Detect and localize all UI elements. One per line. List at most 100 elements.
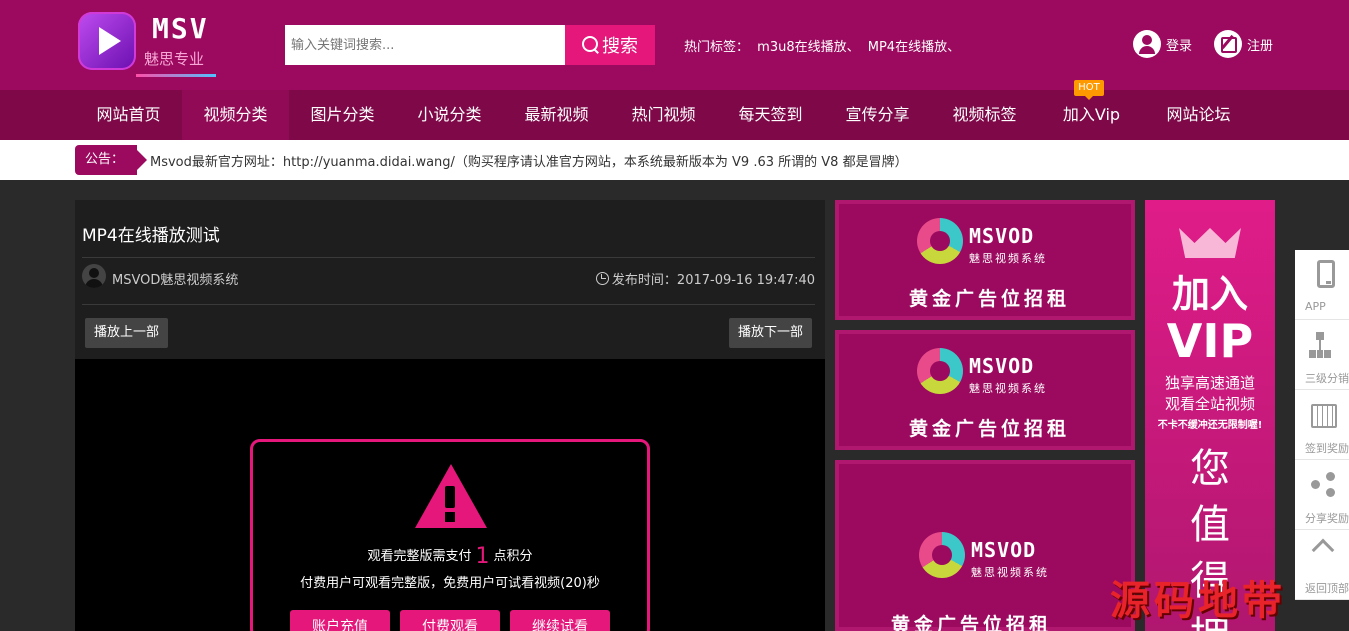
watermark: 源码地带 <box>1110 577 1286 624</box>
phone-icon <box>1317 260 1335 288</box>
search-button-label: 搜索 <box>602 36 638 57</box>
sidebar-item-label: 返回顶部 <box>1305 582 1349 595</box>
next-episode-button[interactable]: 播放下一部 <box>728 318 812 348</box>
floating-sidebar: APP 三级分销 签到奖励 分享奖励 返回顶部 <box>1295 250 1349 600</box>
sidebar-item-distribution[interactable]: 三级分销 <box>1295 320 1349 390</box>
sidebar-item-label: 三级分销 <box>1305 372 1349 385</box>
ad-brand-sub: 魅思视频系统 <box>969 382 1047 395</box>
play-logo-icon <box>78 12 136 70</box>
vip-banner[interactable]: 加入 VIP 独享高速通道 观看全站视频 不卡不缓冲还无限制喔! 您 值 得 拥 <box>1145 200 1275 631</box>
publish-time: 发布时间：2017-09-16 19:47:40 <box>595 269 815 288</box>
register-link[interactable]: 注册 <box>1214 30 1273 58</box>
hot-badge: HOT <box>1074 80 1104 100</box>
site-logo[interactable]: MSV 魅思专业 <box>78 12 218 80</box>
ad-brand: MSVOD <box>969 354 1035 378</box>
paywall-dialog: 观看完整版需支付 1 点积分 付费用户可观看完整版，免费用户可试看视频(20)秒 账… <box>250 439 650 631</box>
nav-item-promote-share[interactable]: 宣传分享 <box>824 90 931 140</box>
paywall-trial-note: 付费用户可观看完整版，免费用户可试看视频(20)秒 <box>300 576 600 591</box>
pay-watch-button[interactable]: 付费观看 <box>400 610 500 631</box>
nav-item-latest-videos[interactable]: 最新视频 <box>503 90 610 140</box>
sidebar-item-app[interactable]: APP <box>1295 250 1349 320</box>
nav-item-video-category[interactable]: 视频分类 <box>182 90 289 140</box>
sidebar-item-signin-reward[interactable]: 签到奖励 <box>1295 390 1349 460</box>
site-header: MSV 魅思专业 搜索 热门标签： m3u8在线播放、 MP4在线播放、 登录 … <box>0 0 1349 90</box>
nav-item-daily-signin[interactable]: 每天签到 <box>717 90 824 140</box>
logo-subtitle: 魅思专业 <box>144 50 205 68</box>
edit-icon <box>1214 30 1242 58</box>
register-label: 注册 <box>1247 38 1274 54</box>
vip-line3: 不卡不缓冲还无限制喔! <box>1157 420 1263 431</box>
sidebar-item-label: 分享奖励 <box>1305 512 1349 525</box>
user-icon <box>1133 30 1161 58</box>
share-icon <box>1311 472 1337 498</box>
hierarchy-icon <box>1309 332 1331 358</box>
vip-slogan-char: 您 <box>1190 446 1230 492</box>
ad-text: 黄金广告位招租 <box>909 418 1071 440</box>
warning-icon-mark <box>445 486 455 508</box>
video-player[interactable]: 观看完整版需支付 1 点积分 付费用户可观看完整版，免费用户可试看视频(20)秒 账… <box>75 359 825 631</box>
vip-line1: 独享高速通道 <box>1164 374 1255 392</box>
msvod-logo-icon <box>917 348 963 394</box>
ad-brand: MSVOD <box>969 224 1035 248</box>
sidebar-item-back-to-top[interactable]: 返回顶部 <box>1295 530 1349 600</box>
vip-big-text: VIP <box>1166 314 1254 368</box>
nav-item-novel-category[interactable]: 小说分类 <box>396 90 503 140</box>
search-bar: 搜索 <box>285 25 655 65</box>
nav-item-image-category[interactable]: 图片分类 <box>289 90 396 140</box>
msvod-logo-icon <box>919 532 965 578</box>
prev-episode-button[interactable]: 播放上一部 <box>85 318 169 348</box>
publish-time-text: 发布时间：2017-09-16 19:47:40 <box>611 273 815 288</box>
author-name: MSVOD魅思视频系统 <box>112 273 239 288</box>
nav-item-hot-videos[interactable]: 热门视频 <box>610 90 717 140</box>
msvod-logo-icon <box>917 218 963 264</box>
sidebar-item-label: 签到奖励 <box>1305 442 1349 455</box>
paywall-message-pre: 观看完整版需支付 <box>367 549 472 564</box>
ad-slot[interactable]: MSVOD 魅思视频系统 黄金广告位招租 <box>835 460 1135 631</box>
logo-text: MSV <box>152 12 209 45</box>
main-nav: 网站首页 视频分类 图片分类 小说分类 最新视频 热门视频 每天签到 宣传分享 … <box>0 90 1349 140</box>
login-label: 登录 <box>1166 38 1193 54</box>
hot-tags: 热门标签： m3u8在线播放、 MP4在线播放、 <box>684 36 964 55</box>
ad-slot[interactable]: MSVOD 魅思视频系统 黄金广告位招租 <box>835 200 1135 320</box>
vip-line2: 观看全站视频 <box>1164 395 1255 413</box>
ad-text: 黄金广告位招租 <box>909 288 1071 310</box>
search-input[interactable] <box>285 25 565 65</box>
warning-icon-dot <box>445 512 455 522</box>
ad-text: 黄金广告位招租 <box>891 614 1053 631</box>
divider <box>82 304 815 305</box>
search-icon <box>582 36 600 54</box>
search-button[interactable]: 搜索 <box>565 25 655 65</box>
clock-icon <box>595 272 609 285</box>
notice-label: 公告： <box>75 145 147 175</box>
continue-trial-button[interactable]: 继续试看 <box>510 610 610 631</box>
hot-tags-label: 热门标签： <box>684 40 750 55</box>
vip-slogan-char: 值 <box>1190 502 1230 548</box>
points-required: 1 <box>475 544 490 569</box>
logo-underline <box>136 74 216 77</box>
recharge-button[interactable]: 账户充值 <box>290 610 390 631</box>
login-link[interactable]: 登录 <box>1133 30 1192 58</box>
vip-join-text: 加入 <box>1171 272 1248 316</box>
ad-brand-sub: 魅思视频系统 <box>971 566 1049 579</box>
paywall-message-post: 点积分 <box>493 549 533 564</box>
crown-icon <box>1179 212 1241 258</box>
avatar <box>82 264 106 288</box>
ad-brand: MSVOD <box>971 538 1037 562</box>
calendar-icon <box>1311 404 1337 428</box>
chevron-up-icon <box>1311 538 1335 562</box>
notice-text: Msvod最新官方网址：http://yuanma.didai.wang/（购买… <box>150 155 908 170</box>
paywall-message: 观看完整版需支付 1 点积分 <box>253 544 647 569</box>
video-panel: MP4在线播放测试 MSVOD魅思视频系统 发布时间：2017-09-16 19… <box>75 200 825 631</box>
sidebar-item-share-reward[interactable]: 分享奖励 <box>1295 460 1349 530</box>
nav-item-video-tags[interactable]: 视频标签 <box>931 90 1038 140</box>
notice-bar: 公告： Msvod最新官方网址：http://yuanma.didai.wang… <box>0 140 1349 180</box>
divider <box>82 257 815 258</box>
nav-item-home[interactable]: 网站首页 <box>75 90 182 140</box>
ad-brand-sub: 魅思视频系统 <box>969 252 1047 265</box>
video-title: MP4在线播放测试 <box>82 226 220 246</box>
hot-tag-link[interactable]: MP4在线播放、 <box>868 40 960 55</box>
hot-tag-link[interactable]: m3u8在线播放、 <box>757 40 859 55</box>
ad-slot[interactable]: MSVOD 魅思视频系统 黄金广告位招租 <box>835 330 1135 450</box>
nav-item-forum[interactable]: 网站论坛 <box>1145 90 1252 140</box>
sidebar-item-label: APP <box>1305 300 1326 313</box>
